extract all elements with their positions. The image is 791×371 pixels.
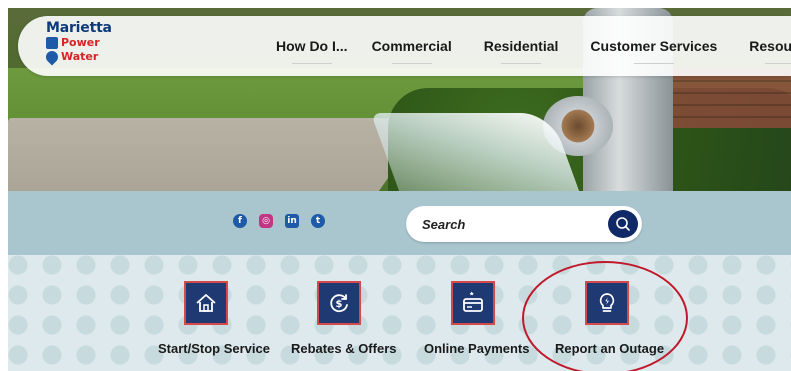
card-payment-icon bbox=[463, 291, 483, 312]
logo-water-text: Water bbox=[61, 50, 99, 63]
sidewalk bbox=[8, 118, 431, 191]
nav-customer-services[interactable]: Customer Services bbox=[590, 38, 717, 54]
lightbulb-bolt-icon bbox=[599, 293, 615, 312]
start-stop-service-tile[interactable] bbox=[184, 281, 228, 325]
quick-links-area bbox=[8, 255, 791, 371]
facebook-icon[interactable]: f bbox=[233, 214, 247, 228]
search-icon bbox=[616, 217, 630, 231]
nav-residential[interactable]: Residential bbox=[484, 38, 559, 54]
power-mark-icon bbox=[46, 37, 58, 49]
site-header: Marietta Power Water How Do I... Commerc… bbox=[18, 16, 791, 76]
online-payments-tile[interactable] bbox=[451, 281, 495, 325]
online-payments-label[interactable]: Online Payments bbox=[424, 341, 529, 356]
start-stop-service-label[interactable]: Start/Stop Service bbox=[158, 341, 270, 356]
linkedin-icon[interactable]: in bbox=[285, 214, 299, 228]
social-links: f ◎ in t bbox=[233, 214, 325, 228]
search-box bbox=[406, 206, 642, 242]
dollar-cycle-icon: $ bbox=[330, 294, 348, 313]
search-button[interactable] bbox=[608, 210, 638, 238]
brick-wall bbox=[663, 68, 791, 128]
rebates-offers-tile[interactable]: $ bbox=[317, 281, 361, 325]
marietta-power-water-logo[interactable]: Marietta Power Water bbox=[43, 20, 126, 71]
utility-band bbox=[8, 191, 791, 255]
report-outage-tile[interactable] bbox=[585, 281, 629, 325]
water-drop-icon bbox=[43, 48, 61, 66]
nav-how-do-i[interactable]: How Do I... bbox=[276, 38, 348, 54]
svg-text:$: $ bbox=[336, 299, 343, 310]
rebates-offers-label[interactable]: Rebates & Offers bbox=[291, 341, 396, 356]
nav-resources[interactable]: Resources bbox=[749, 38, 791, 54]
twitter-icon[interactable]: t bbox=[311, 214, 325, 228]
logo-title: Marietta bbox=[46, 20, 112, 36]
search-input[interactable] bbox=[406, 216, 596, 232]
logo-power-text: Power bbox=[61, 36, 100, 49]
instagram-icon[interactable]: ◎ bbox=[259, 214, 273, 228]
main-nav: How Do I... Commercial Residential Custo… bbox=[276, 16, 791, 76]
report-outage-label[interactable]: Report an Outage bbox=[555, 341, 664, 356]
nav-commercial[interactable]: Commercial bbox=[372, 38, 452, 54]
house-icon bbox=[196, 294, 216, 312]
